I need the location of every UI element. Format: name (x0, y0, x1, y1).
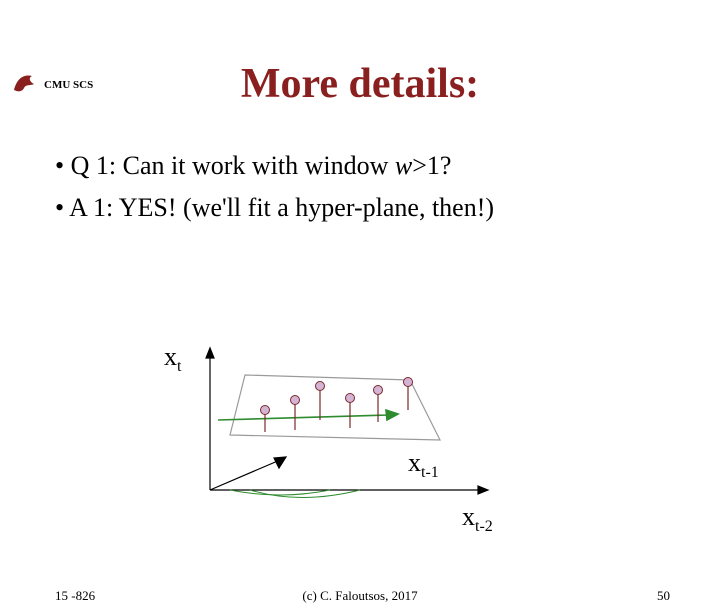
dragon-logo-icon (10, 68, 38, 101)
page-number: 50 (657, 588, 670, 604)
y-sub: t (177, 358, 181, 375)
slide-title: More details: (0, 60, 720, 108)
header: CMU SCS (10, 68, 93, 101)
q1-suffix: >1? (412, 151, 451, 180)
header-org: CMU SCS (44, 79, 93, 91)
axis-label-xt: xt (164, 342, 181, 376)
copyright: (c) C. Faloutsos, 2017 (0, 588, 720, 604)
x1-sub: t-1 (421, 464, 439, 481)
q1-prefix: Q 1: Can it work with window (71, 151, 395, 180)
x2-sub: t-2 (475, 518, 493, 535)
bullet-q1: Q 1: Can it work with window w>1? (55, 148, 720, 184)
x2-base: x (462, 502, 475, 531)
projection-curves-icon (230, 490, 360, 498)
y-base: x (164, 342, 177, 371)
axes-icon (206, 348, 488, 494)
diagram: xt xt-1 xt-2 (160, 340, 580, 550)
bullet-a1: A 1: YES! (we'll fit a hyper-plane, then… (55, 190, 720, 226)
bullet-list: Q 1: Can it work with window w>1? A 1: Y… (55, 148, 720, 227)
q1-var: w (395, 151, 412, 180)
axis-label-xt1: xt-1 (408, 448, 439, 482)
green-arrow-icon (218, 410, 398, 420)
data-points-icon (261, 378, 413, 433)
diagram-svg (160, 340, 580, 550)
x1-base: x (408, 448, 421, 477)
axis-label-xt2: xt-2 (462, 502, 493, 536)
